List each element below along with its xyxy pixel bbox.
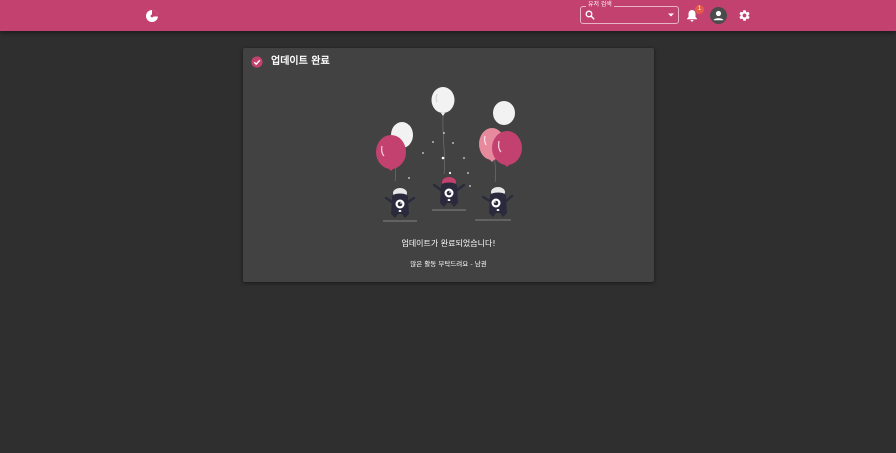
user-search-field[interactable]: 유저 검색 <box>580 1 679 24</box>
app-bar: 유저 검색 1 <box>0 0 896 31</box>
pie-chart-logo-icon[interactable] <box>145 8 159 22</box>
check-circle-icon <box>251 56 263 68</box>
update-complete-card: 업데이트 완료 업데이트가 완료되었습니다! 많은 활동 부탁드려요 - 남권 <box>243 48 654 282</box>
update-sub-message: 많은 활동 부탁드려요 - 남권 <box>410 260 487 268</box>
celebration-illustration <box>376 87 522 222</box>
search-input[interactable] <box>597 9 661 21</box>
notification-count-badge: 1 <box>695 5 704 14</box>
search-label: 유저 검색 <box>586 1 614 9</box>
search-icon <box>585 10 595 20</box>
gear-icon[interactable] <box>738 9 751 22</box>
arrow-drop-down-icon[interactable] <box>667 12 675 18</box>
account-icon <box>713 10 724 21</box>
card-title: 업데이트 완료 <box>271 56 330 67</box>
update-complete-message: 업데이트가 완료되었습니다! <box>401 239 496 248</box>
account-avatar[interactable] <box>710 7 727 24</box>
